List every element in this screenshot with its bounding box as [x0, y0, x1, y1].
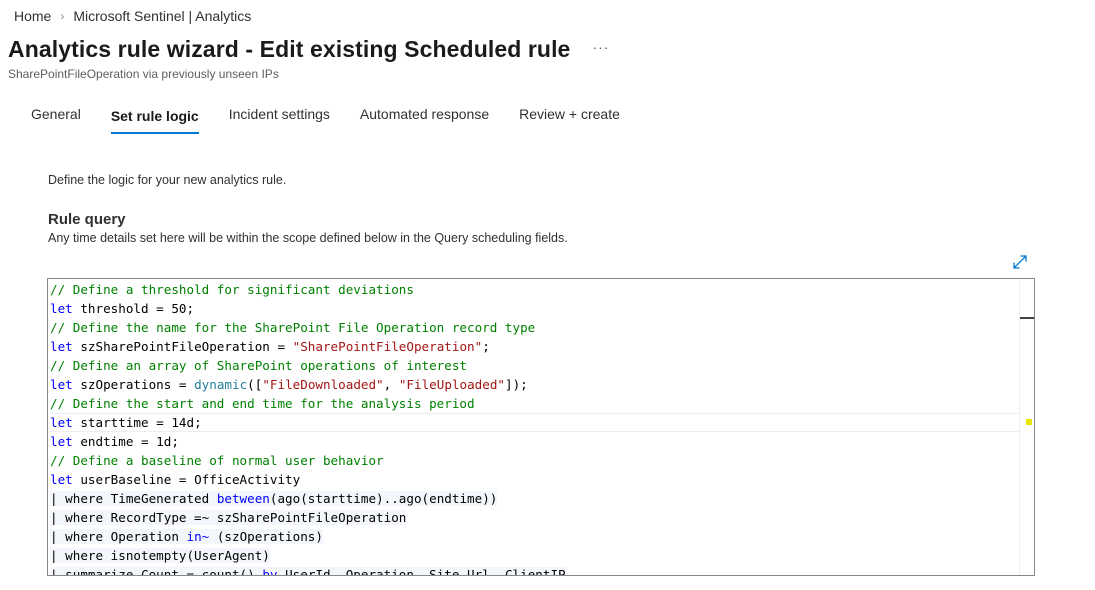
- code-token: szOperations =: [72, 377, 195, 392]
- code-token: in~: [186, 529, 210, 544]
- code-token: (szOperations): [209, 529, 323, 544]
- rule-logic-description: Define the logic for your new analytics …: [48, 173, 287, 187]
- code-lines: // Define a threshold for significant de…: [50, 280, 1020, 575]
- code-token: | where isnotempty(UserAgent): [50, 548, 270, 563]
- code-line: // Define a baseline of normal user beha…: [50, 451, 1020, 470]
- code-token: | where Operation: [50, 529, 187, 544]
- code-token: // Define a baseline of normal user beha…: [50, 453, 384, 468]
- code-token: let: [50, 339, 73, 354]
- code-token: // Define an array of SharePoint operati…: [50, 358, 468, 373]
- tab-incident-settings[interactable]: Incident settings: [214, 100, 345, 132]
- code-token: dynamic: [194, 377, 248, 392]
- title-row: Analytics rule wizard - Edit existing Sc…: [8, 36, 609, 63]
- code-token: "FileDownloaded": [262, 377, 384, 392]
- editor-scrollbar-thumb[interactable]: [1020, 279, 1034, 319]
- code-line: let userBaseline = OfficeActivity: [50, 470, 1020, 489]
- code-line: // Define the start and end time for the…: [50, 394, 1020, 413]
- code-line: // Define a threshold for significant de…: [50, 280, 1020, 299]
- code-token: "SharePointFileOperation": [292, 339, 483, 354]
- code-token: let: [50, 377, 73, 392]
- code-token: UserId, Operation, Site_Url, ClientIP: [277, 567, 566, 575]
- code-token: (ago(starttime)..ago(endtime)): [269, 491, 498, 506]
- code-line: | summarize Count = count() by UserId, O…: [50, 565, 1020, 575]
- code-line: let endtime = 1d;: [50, 432, 1020, 451]
- code-line: | where RecordType =~ szSharePointFileOp…: [50, 508, 1020, 527]
- code-token: let: [50, 472, 73, 487]
- rule-query-title: Rule query: [48, 211, 126, 228]
- tab-set-rule-logic[interactable]: Set rule logic: [96, 100, 214, 134]
- code-line: | where TimeGenerated between(ago(startt…: [50, 489, 1020, 508]
- rule-query-editor[interactable]: // Define a threshold for significant de…: [47, 278, 1035, 576]
- code-token: | summarize Count = count(): [50, 567, 263, 575]
- code-token: let: [50, 301, 73, 316]
- code-line: let szSharePointFileOperation = "SharePo…: [50, 337, 1020, 356]
- analytics-rule-wizard-page: Home › Microsoft Sentinel | Analytics An…: [0, 0, 1095, 590]
- code-token: ]);: [504, 377, 528, 392]
- code-line: | where isnotempty(UserAgent): [50, 546, 1020, 565]
- code-token: // Define the start and end time for the…: [50, 396, 475, 411]
- expand-icon[interactable]: [1011, 253, 1029, 271]
- breadcrumb: Home › Microsoft Sentinel | Analytics: [14, 7, 251, 25]
- breadcrumb-sentinel-analytics-link[interactable]: Microsoft Sentinel | Analytics: [73, 7, 251, 25]
- wizard-tabs: General Set rule logic Incident settings Au…: [16, 100, 635, 134]
- code-token: by: [262, 567, 278, 575]
- code-line: // Define an array of SharePoint operati…: [50, 356, 1020, 375]
- code-token: let: [50, 415, 73, 430]
- code-line: let starttime = 14d;: [50, 413, 1020, 432]
- page-title: Analytics rule wizard - Edit existing Sc…: [8, 36, 571, 62]
- tab-review-create[interactable]: Review + create: [504, 100, 635, 132]
- code-token: let: [50, 434, 73, 449]
- tab-automated-response[interactable]: Automated response: [345, 100, 504, 132]
- code-line: let threshold = 50;: [50, 299, 1020, 318]
- code-token: "FileUploaded": [398, 377, 505, 392]
- code-token: ;: [482, 339, 490, 354]
- chevron-right-icon: ›: [60, 9, 65, 23]
- breadcrumb-home-link[interactable]: Home: [14, 7, 51, 25]
- code-token: userBaseline = OfficeActivity: [72, 472, 301, 487]
- code-token: ,: [383, 377, 399, 392]
- code-line: // Define the name for the SharePoint Fi…: [50, 318, 1020, 337]
- page-subtitle: SharePointFileOperation via previously u…: [8, 67, 279, 81]
- rule-query-description: Any time details set here will be within…: [48, 231, 568, 245]
- code-token: // Define the name for the SharePoint Fi…: [50, 320, 536, 335]
- code-line: let szOperations = dynamic(["FileDownloa…: [50, 375, 1020, 394]
- code-token: starttime = 14d;: [72, 415, 202, 430]
- code-token: | where RecordType =~ szSharePointFileOp…: [50, 510, 407, 525]
- code-token: endtime = 1d;: [72, 434, 179, 449]
- code-token: // Define a threshold for significant de…: [50, 282, 414, 297]
- code-token: threshold = 50;: [72, 301, 195, 316]
- current-line-marker: [1026, 419, 1032, 425]
- active-tab-indicator: [110, 132, 199, 134]
- code-token: between: [216, 491, 270, 506]
- editor-scrollbar[interactable]: [1019, 279, 1034, 575]
- code-line: | where Operation in~ (szOperations): [50, 527, 1020, 546]
- tab-general[interactable]: General: [16, 100, 96, 132]
- more-options-button[interactable]: ···: [592, 39, 609, 55]
- code-token: | where TimeGenerated: [50, 491, 217, 506]
- code-token: szSharePointFileOperation =: [72, 339, 293, 354]
- code-token: ([: [247, 377, 263, 392]
